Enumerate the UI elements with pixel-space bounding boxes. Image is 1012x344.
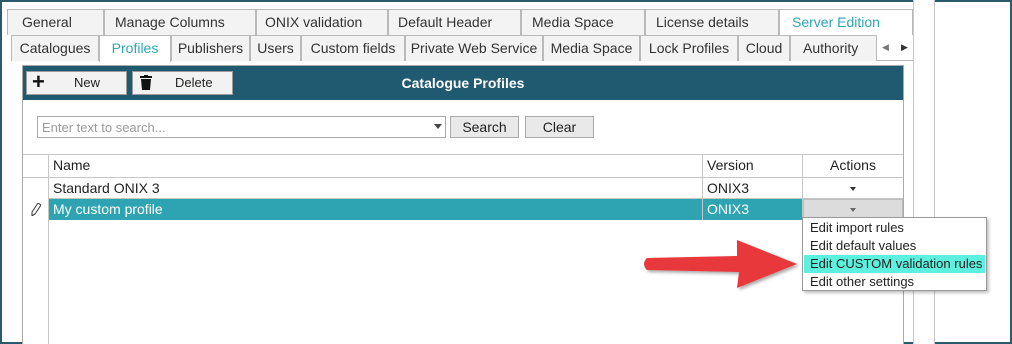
tab-custom-fields[interactable]: Custom fields	[301, 35, 405, 61]
tab-catalogues[interactable]: Catalogues	[11, 35, 99, 61]
pencil-icon	[31, 202, 42, 219]
row-1-actions-dropdown[interactable]	[803, 178, 903, 199]
row-2-version[interactable]: ONIX3	[703, 199, 802, 221]
row-1-name[interactable]: Standard ONIX 3	[49, 178, 702, 200]
column-header-version[interactable]: Version	[703, 155, 802, 177]
clear-button[interactable]: Clear	[525, 116, 594, 138]
annotation-arrow-icon	[644, 240, 797, 288]
tab-default-header[interactable]: Default Header	[388, 9, 521, 35]
tab-server-edition[interactable]: Server Edition	[779, 9, 913, 35]
right-side-pane	[913, 0, 935, 344]
trash-icon	[139, 75, 153, 98]
column-divider	[802, 155, 803, 220]
chevron-down-icon[interactable]	[434, 124, 442, 129]
tab-scroll-controls: ◀ ▶	[877, 36, 913, 60]
table-row-selected[interactable]: My custom profile ONIX3	[48, 199, 903, 220]
chevron-down-icon	[850, 187, 856, 191]
tab-lock-profiles[interactable]: Lock Profiles	[640, 35, 738, 61]
column-divider	[48, 155, 49, 344]
top-tab-bar: General Manage Columns ONIX validation D…	[7, 9, 913, 35]
plus-icon: +	[32, 69, 45, 94]
search-input[interactable]	[38, 117, 430, 137]
search-button[interactable]: Search	[450, 116, 519, 138]
chevron-down-icon	[850, 208, 856, 212]
tab-private-web-service[interactable]: Private Web Service	[405, 35, 543, 61]
tab-publishers[interactable]: Publishers	[171, 35, 250, 61]
new-button[interactable]: + New	[26, 71, 127, 95]
scroll-right-icon[interactable]: ▶	[901, 36, 908, 58]
tab-users[interactable]: Users	[250, 35, 301, 61]
delete-button[interactable]: Delete	[132, 71, 233, 95]
new-button-label: New	[74, 75, 101, 90]
menu-item-edit-custom-validation-rules[interactable]: Edit CUSTOM validation rules	[804, 255, 985, 273]
tab-license-details[interactable]: License details	[645, 9, 779, 35]
tab-manage-columns[interactable]: Manage Columns	[104, 9, 256, 35]
tab-profiles[interactable]: Profiles	[99, 35, 171, 62]
menu-item-edit-import-rules[interactable]: Edit import rules	[804, 219, 985, 237]
sub-tab-bar: Catalogues Profiles Publishers Users Cus…	[11, 35, 913, 62]
menu-item-edit-other-settings[interactable]: Edit other settings	[804, 273, 985, 291]
column-header-name[interactable]: Name	[49, 155, 702, 177]
row-1-version[interactable]: ONIX3	[703, 178, 802, 200]
tab-media-space[interactable]: Media Space	[543, 35, 640, 61]
tab-onix-validation[interactable]: ONIX validation	[256, 9, 388, 35]
tab-authority-list[interactable]: Authority Lis	[790, 35, 877, 61]
column-header-actions[interactable]: Actions	[803, 155, 903, 177]
panel-header: Catalogue Profiles + New Delete	[23, 66, 903, 100]
tab-general[interactable]: General	[7, 9, 104, 35]
tab-cloud[interactable]: Cloud	[738, 35, 790, 61]
column-divider	[702, 155, 703, 220]
delete-button-label: Delete	[175, 75, 213, 90]
actions-menu: Edit import rules Edit default values Ed…	[802, 217, 987, 291]
scroll-left-icon[interactable]: ◀	[882, 36, 889, 58]
tab-media-space-top[interactable]: Media Space	[521, 9, 645, 35]
menu-item-edit-default-values[interactable]: Edit default values	[804, 237, 985, 255]
row-2-name[interactable]: My custom profile	[49, 199, 702, 221]
search-box[interactable]	[37, 116, 446, 138]
catalogue-profiles-panel: Catalogue Profiles + New Delete Search C…	[22, 65, 904, 344]
